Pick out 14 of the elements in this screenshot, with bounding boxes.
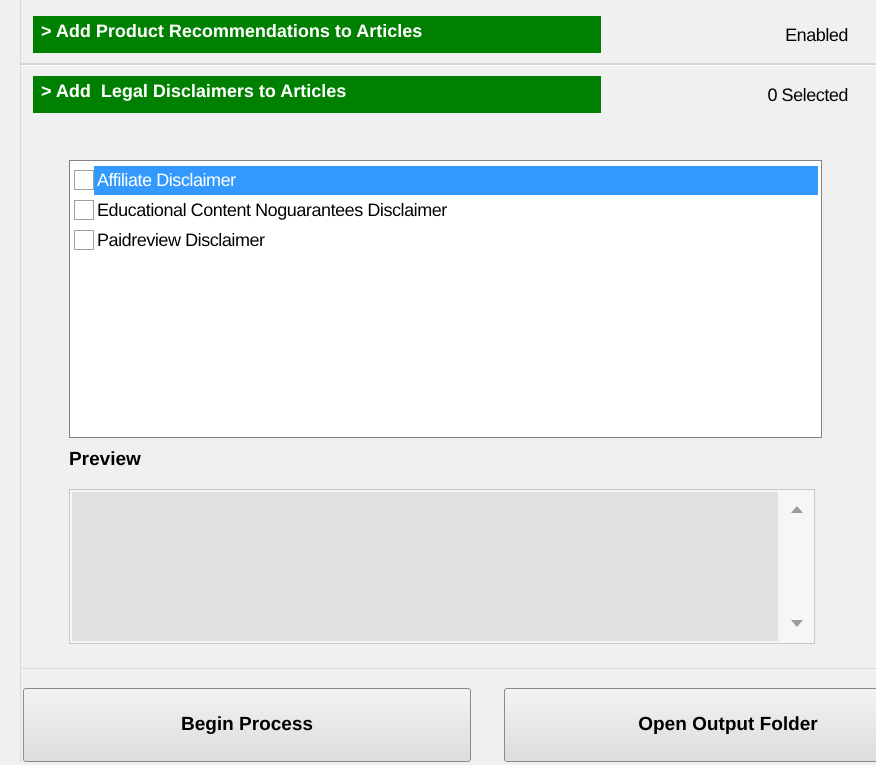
list-item[interactable]: Paidreview Disclaimer [94,226,265,254]
scroll-up-icon [791,506,803,512]
checkbox[interactable] [74,230,94,250]
section-header[interactable]: > Add Legal Disclaimers to Articles [33,76,601,113]
section-status: Enabled [785,24,848,47]
section-status: 0 Selected [767,84,848,107]
checkbox[interactable] [74,200,94,220]
list-item[interactable]: Educational Content Noguarantees Disclaimer [94,196,447,224]
checkbox[interactable] [74,170,94,190]
action-button[interactable]: Begin Process [23,688,471,762]
preview-label: Preview [69,448,142,472]
action-button[interactable]: Open Output Folder [504,688,876,762]
section-header[interactable]: > Add Product Recommendations to Articles [33,16,601,53]
scroll-down-icon [791,620,803,626]
